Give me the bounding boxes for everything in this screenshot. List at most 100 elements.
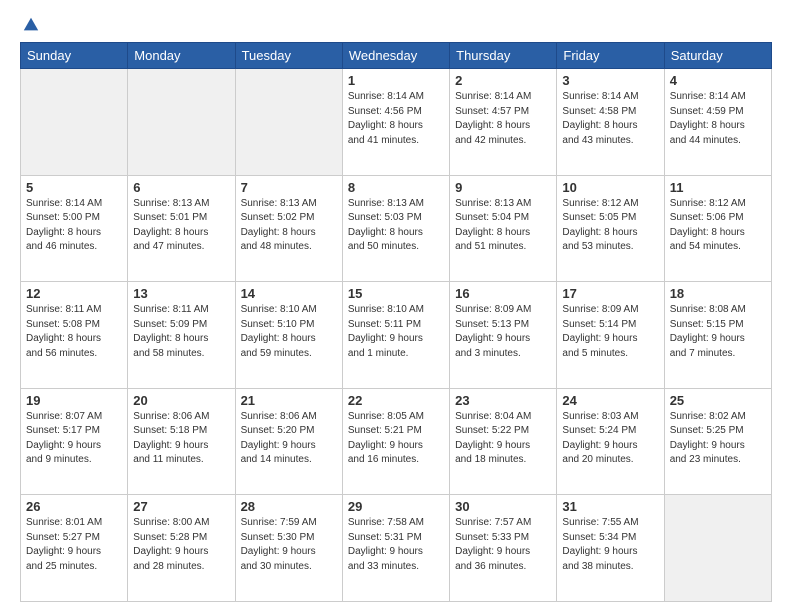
calendar-cell: 12 Sunrise: 8:11 AMSunset: 5:08 PMDayligh… [21, 282, 128, 389]
cell-info: Sunrise: 8:11 AMSunset: 5:09 PMDaylight:… [133, 303, 229, 361]
day-number: 4 [670, 73, 766, 88]
cell-info: Sunrise: 8:14 AMSunset: 4:57 PMDaylight:… [455, 90, 551, 148]
cell-info: Sunrise: 7:59 AMSunset: 5:30 PMDaylight:… [241, 516, 337, 574]
calendar-cell: 17 Sunrise: 8:09 AMSunset: 5:14 PMDayligh… [557, 282, 664, 389]
calendar-cell: 4Sunrise: 8:14 AMSunset: 4:59 PMDaylight… [664, 69, 771, 176]
calendar-cell: 8 Sunrise: 8:13 AMSunset: 5:03 PMDaylight… [342, 175, 449, 282]
calendar-cell: 27 Sunrise: 8:00 AMSunset: 5:28 PMDayligh… [128, 495, 235, 602]
day-number: 16 [455, 286, 551, 301]
logo [20, 16, 40, 34]
calendar-cell: 20 Sunrise: 8:06 AMSunset: 5:18 PMDayligh… [128, 388, 235, 495]
cell-info: Sunrise: 8:13 AMSunset: 5:01 PMDaylight:… [133, 197, 229, 255]
day-number: 29 [348, 499, 444, 514]
calendar-cell: 29 Sunrise: 7:58 AMSunset: 5:31 PMDayligh… [342, 495, 449, 602]
calendar-cell: 11 Sunrise: 8:12 AMSunset: 5:06 PMDayligh… [664, 175, 771, 282]
cell-info: Sunrise: 8:13 AMSunset: 5:04 PMDaylight:… [455, 197, 551, 255]
cell-info: Sunrise: 8:13 AMSunset: 5:02 PMDaylight:… [241, 197, 337, 255]
cell-info: Sunrise: 8:06 AMSunset: 5:20 PMDaylight:… [241, 410, 337, 468]
week-row-3: 19Sunrise: 8:07 AMSunset: 5:17 PMDayligh… [21, 388, 772, 495]
day-number: 10 [562, 180, 658, 195]
calendar-cell: 9Sunrise: 8:13 AMSunset: 5:04 PMDaylight… [450, 175, 557, 282]
day-number: 17 [562, 286, 658, 301]
day-number: 11 [670, 180, 766, 195]
cell-info: Sunrise: 7:55 AMSunset: 5:34 PMDaylight:… [562, 516, 658, 574]
weekday-header-row: SundayMondayTuesdayWednesdayThursdayFrid… [21, 43, 772, 69]
calendar-cell: 10 Sunrise: 8:12 AMSunset: 5:05 PMDayligh… [557, 175, 664, 282]
day-number: 24 [562, 393, 658, 408]
weekday-wednesday: Wednesday [342, 43, 449, 69]
day-number: 15 [348, 286, 444, 301]
cell-info: Sunrise: 8:11 AMSunset: 5:08 PMDaylight:… [26, 303, 122, 361]
cell-info: Sunrise: 8:09 AMSunset: 5:13 PMDaylight:… [455, 303, 551, 361]
cell-info: Sunrise: 8:05 AMSunset: 5:21 PMDaylight:… [348, 410, 444, 468]
calendar-cell: 28 Sunrise: 7:59 AMSunset: 5:30 PMDayligh… [235, 495, 342, 602]
cell-info: Sunrise: 8:06 AMSunset: 5:18 PMDaylight:… [133, 410, 229, 468]
calendar-cell: 16 Sunrise: 8:09 AMSunset: 5:13 PMDayligh… [450, 282, 557, 389]
week-row-1: 5 Sunrise: 8:14 AMSunset: 5:00 PMDaylight… [21, 175, 772, 282]
calendar-cell: 15 Sunrise: 8:10 AMSunset: 5:11 PMDayligh… [342, 282, 449, 389]
day-number: 28 [241, 499, 337, 514]
day-number: 31 [562, 499, 658, 514]
calendar-cell [21, 69, 128, 176]
day-number: 19 [26, 393, 122, 408]
cell-info: Sunrise: 7:57 AMSunset: 5:33 PMDaylight:… [455, 516, 551, 574]
week-row-4: 26 Sunrise: 8:01 AMSunset: 5:27 PMDayligh… [21, 495, 772, 602]
cell-info: Sunrise: 8:12 AMSunset: 5:05 PMDaylight:… [562, 197, 658, 255]
weekday-monday: Monday [128, 43, 235, 69]
calendar-table: SundayMondayTuesdayWednesdayThursdayFrid… [20, 42, 772, 602]
calendar-cell: 3Sunrise: 8:14 AMSunset: 4:58 PMDaylight… [557, 69, 664, 176]
cell-info: Sunrise: 8:10 AMSunset: 5:10 PMDaylight:… [241, 303, 337, 361]
calendar-cell: 30 Sunrise: 7:57 AMSunset: 5:33 PMDayligh… [450, 495, 557, 602]
calendar-cell: 24Sunrise: 8:03 AMSunset: 5:24 PMDayligh… [557, 388, 664, 495]
calendar-cell: 23 Sunrise: 8:04 AMSunset: 5:22 PMDayligh… [450, 388, 557, 495]
day-number: 3 [562, 73, 658, 88]
day-number: 21 [241, 393, 337, 408]
weekday-saturday: Saturday [664, 43, 771, 69]
day-number: 8 [348, 180, 444, 195]
day-number: 14 [241, 286, 337, 301]
cell-info: Sunrise: 8:02 AMSunset: 5:25 PMDaylight:… [670, 410, 766, 468]
header [20, 16, 772, 34]
weekday-tuesday: Tuesday [235, 43, 342, 69]
calendar-cell: 25 Sunrise: 8:02 AMSunset: 5:25 PMDayligh… [664, 388, 771, 495]
calendar-cell: 7Sunrise: 8:13 AMSunset: 5:02 PMDaylight… [235, 175, 342, 282]
page: SundayMondayTuesdayWednesdayThursdayFrid… [0, 0, 792, 612]
day-number: 30 [455, 499, 551, 514]
calendar-cell [664, 495, 771, 602]
day-number: 5 [26, 180, 122, 195]
calendar-cell: 1 Sunrise: 8:14 AMSunset: 4:56 PMDaylight… [342, 69, 449, 176]
day-number: 6 [133, 180, 229, 195]
day-number: 23 [455, 393, 551, 408]
week-row-0: 1 Sunrise: 8:14 AMSunset: 4:56 PMDaylight… [21, 69, 772, 176]
day-number: 27 [133, 499, 229, 514]
cell-info: Sunrise: 8:00 AMSunset: 5:28 PMDaylight:… [133, 516, 229, 574]
cell-info: Sunrise: 7:58 AMSunset: 5:31 PMDaylight:… [348, 516, 444, 574]
day-number: 20 [133, 393, 229, 408]
cell-info: Sunrise: 8:01 AMSunset: 5:27 PMDaylight:… [26, 516, 122, 574]
logo-icon [22, 16, 40, 34]
calendar-cell: 21 Sunrise: 8:06 AMSunset: 5:20 PMDayligh… [235, 388, 342, 495]
calendar-cell: 13Sunrise: 8:11 AMSunset: 5:09 PMDayligh… [128, 282, 235, 389]
cell-info: Sunrise: 8:12 AMSunset: 5:06 PMDaylight:… [670, 197, 766, 255]
weekday-sunday: Sunday [21, 43, 128, 69]
calendar-cell: 14 Sunrise: 8:10 AMSunset: 5:10 PMDayligh… [235, 282, 342, 389]
cell-info: Sunrise: 8:13 AMSunset: 5:03 PMDaylight:… [348, 197, 444, 255]
calendar-cell: 22Sunrise: 8:05 AMSunset: 5:21 PMDayligh… [342, 388, 449, 495]
cell-info: Sunrise: 8:10 AMSunset: 5:11 PMDaylight:… [348, 303, 444, 361]
cell-info: Sunrise: 8:09 AMSunset: 5:14 PMDaylight:… [562, 303, 658, 361]
weekday-friday: Friday [557, 43, 664, 69]
week-row-2: 12 Sunrise: 8:11 AMSunset: 5:08 PMDayligh… [21, 282, 772, 389]
cell-info: Sunrise: 8:08 AMSunset: 5:15 PMDaylight:… [670, 303, 766, 361]
day-number: 12 [26, 286, 122, 301]
calendar-cell: 19Sunrise: 8:07 AMSunset: 5:17 PMDayligh… [21, 388, 128, 495]
cell-info: Sunrise: 8:04 AMSunset: 5:22 PMDaylight:… [455, 410, 551, 468]
cell-info: Sunrise: 8:14 AMSunset: 4:56 PMDaylight:… [348, 90, 444, 148]
day-number: 25 [670, 393, 766, 408]
calendar-cell: 6 Sunrise: 8:13 AMSunset: 5:01 PMDaylight… [128, 175, 235, 282]
calendar-cell: 18 Sunrise: 8:08 AMSunset: 5:15 PMDayligh… [664, 282, 771, 389]
day-number: 26 [26, 499, 122, 514]
calendar-cell: 5 Sunrise: 8:14 AMSunset: 5:00 PMDaylight… [21, 175, 128, 282]
cell-info: Sunrise: 8:14 AMSunset: 5:00 PMDaylight:… [26, 197, 122, 255]
day-number: 1 [348, 73, 444, 88]
day-number: 18 [670, 286, 766, 301]
